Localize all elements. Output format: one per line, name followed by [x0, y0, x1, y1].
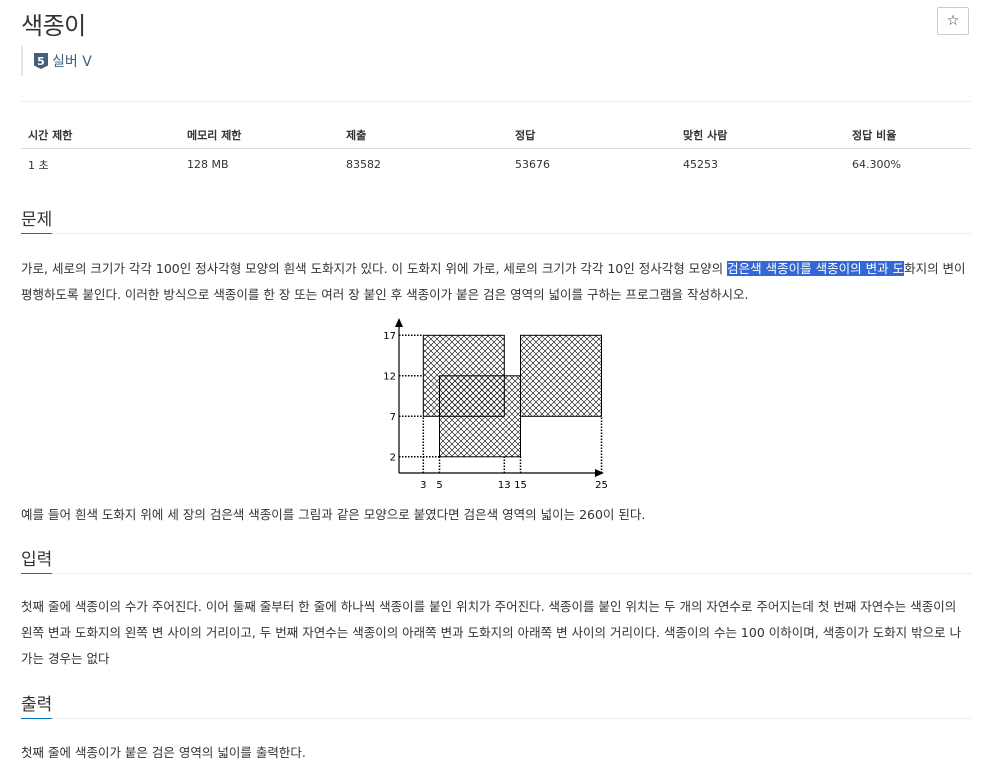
x-tick-label: 25 — [595, 480, 608, 491]
star-icon: ☆ — [946, 13, 960, 29]
info-value-row: 1 초 128 MB 83582 53676 45253 64.300% — [21, 149, 971, 181]
section-divider — [21, 573, 971, 574]
header-submissions: 제출 — [339, 121, 508, 149]
info-header-row: 시간 제한 메모리 제한 제출 정답 맞힌 사람 정답 비율 — [21, 121, 971, 149]
example-figure: 3 5 13 15 25 17 12 7 2 — [383, 318, 608, 491]
value-time-limit: 1 초 — [28, 158, 49, 172]
header-accepted: 정답 — [508, 121, 676, 149]
y-tick-label: 17 — [383, 331, 396, 342]
problem-description: 가로, 세로의 크기가 각각 100인 정사각형 모양의 흰색 도화지가 있다.… — [21, 256, 966, 308]
x-tick-label: 5 — [436, 480, 442, 491]
section-divider — [21, 718, 971, 719]
silver-tier-icon: 5 — [34, 53, 48, 69]
y-tick-label: 12 — [383, 371, 396, 382]
input-description: 첫째 줄에 색종이의 수가 주어진다. 이어 둘째 줄부터 한 줄에 하나씩 색… — [21, 599, 962, 666]
section-input-header: 입력 — [21, 545, 971, 574]
header-ratio: 정답 비율 — [845, 121, 971, 149]
problem-info-table: 시간 제한 메모리 제한 제출 정답 맞힌 사람 정답 비율 1 초 128 M… — [21, 121, 971, 180]
y-axis-arrow — [395, 318, 403, 327]
selected-text: 검은색 색종이를 색종이의 변과 도 — [727, 261, 905, 276]
x-tick-labels: 3 5 13 15 25 — [420, 480, 608, 491]
divider — [21, 101, 971, 102]
tier-label: 실버 V — [52, 54, 92, 70]
header-memory-limit: 메모리 제한 — [180, 121, 339, 149]
x-tick-label: 13 — [498, 480, 511, 491]
star-button[interactable]: ☆ — [937, 7, 969, 35]
header-time-limit: 시간 제한 — [21, 121, 180, 149]
header-solved-users: 맞힌 사람 — [676, 121, 845, 149]
x-tick-label: 3 — [420, 480, 426, 491]
value-solved-users[interactable]: 45253 — [676, 149, 845, 181]
section-input-title: 입력 — [21, 545, 53, 574]
output-description: 첫째 줄에 색종이가 붙은 검은 영역의 넓이를 출력한다. — [21, 745, 306, 760]
section-output-title: 출력 — [21, 690, 53, 719]
section-problem-header: 문제 — [21, 205, 971, 234]
problem-text-part1: 가로, 세로의 크기가 각각 100인 정사각형 모양의 흰색 도화지가 있다.… — [21, 261, 728, 276]
section-output-header: 출력 — [21, 690, 971, 719]
x-axis-arrow — [595, 469, 604, 477]
value-accepted[interactable]: 53676 — [508, 149, 676, 181]
value-ratio: 64.300% — [852, 158, 901, 171]
problem-title: 색종이 — [21, 12, 86, 40]
y-tick-label: 7 — [390, 412, 396, 423]
y-tick-label: 2 — [390, 452, 396, 463]
x-tick-label: 15 — [514, 480, 527, 491]
paper-fill — [520, 335, 602, 417]
section-divider — [21, 233, 971, 234]
y-tick-labels: 17 12 7 2 — [383, 331, 396, 464]
tier-badge-group[interactable]: 5 실버 V — [21, 46, 92, 76]
example-explanation: 예를 들어 흰색 도화지 위에 세 장의 검은색 색종이를 그림과 같은 모양으… — [21, 507, 646, 522]
section-problem-title: 문제 — [21, 205, 53, 234]
value-memory-limit: 128 MB — [187, 158, 229, 171]
paper-rects — [422, 334, 602, 458]
value-submissions[interactable]: 83582 — [339, 149, 508, 181]
